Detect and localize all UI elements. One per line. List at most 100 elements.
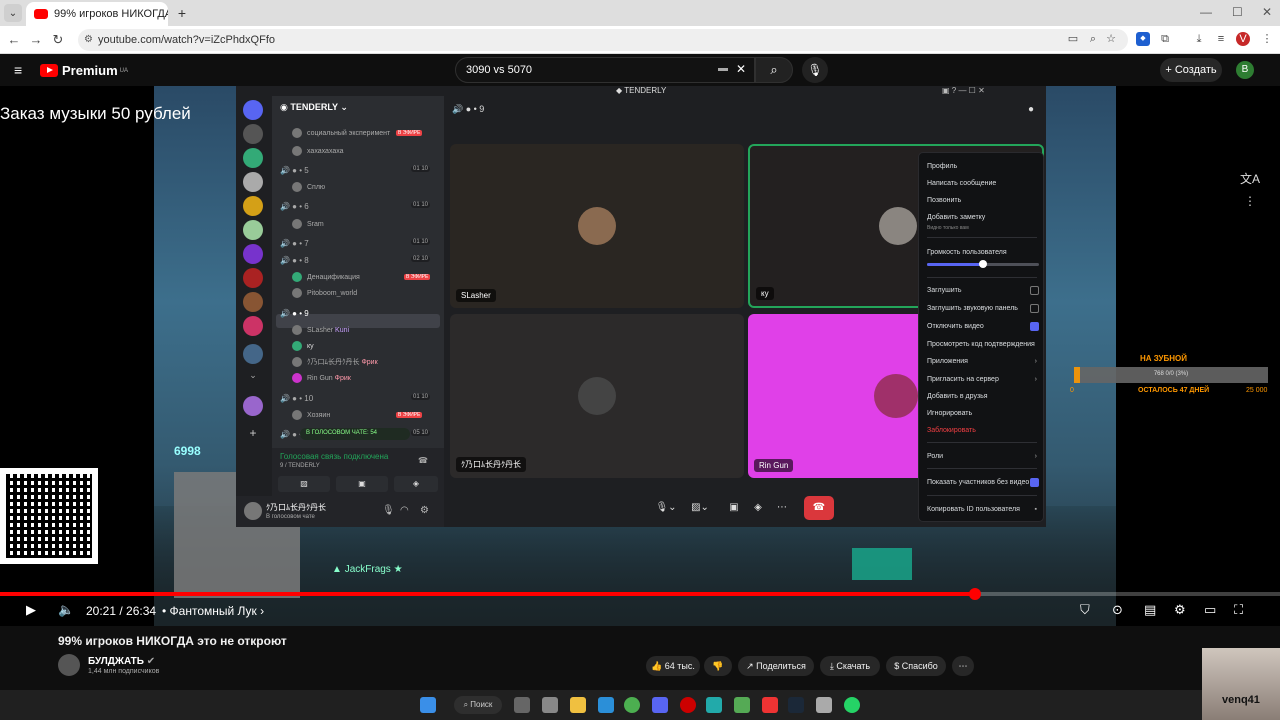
video-tile[interactable]: SLasher xyxy=(450,144,744,308)
menu-show-no-video[interactable]: Показать участников без видео xyxy=(927,478,1039,487)
profile-icon[interactable]: V xyxy=(1236,32,1250,46)
thanks-button[interactable]: $ Спасибо xyxy=(886,656,946,676)
keyboard-icon[interactable]: ▬ xyxy=(718,63,728,74)
menu-apps[interactable]: Приложения › xyxy=(927,358,1039,365)
server-icon[interactable] xyxy=(243,344,263,364)
menu-ignore[interactable]: Игнорировать xyxy=(927,410,1039,417)
translate-icon[interactable]: 文A xyxy=(1240,170,1260,187)
browser-menu-icon[interactable]: ⋮ xyxy=(1260,32,1274,46)
show-no-video-checkbox[interactable] xyxy=(1030,478,1039,487)
windows-start-icon[interactable] xyxy=(420,697,436,713)
screen-share-icon[interactable]: ▣ xyxy=(724,496,744,520)
activity-button[interactable]: ◈ xyxy=(394,476,438,492)
mute-mic-icon[interactable]: 🎙 xyxy=(382,505,395,516)
voice-channel[interactable]: 🔊 ● • 6 01 10 xyxy=(280,202,440,211)
clear-search-icon[interactable]: ✕ xyxy=(736,62,746,76)
server-icon[interactable] xyxy=(243,316,263,336)
volume-icon[interactable]: 🔈 xyxy=(58,602,74,618)
channel-user[interactable]: Sram xyxy=(292,219,324,229)
voice-channel[interactable]: 🔊 ● • 8 02 10 xyxy=(280,256,440,265)
cast-icon[interactable]: ▭ xyxy=(1066,32,1080,46)
camera-off-icon[interactable]: ▨⌄ xyxy=(686,496,714,520)
task-view-icon[interactable] xyxy=(514,697,530,713)
microphone-icon[interactable]: 🎙⌄ xyxy=(652,496,680,520)
disable-video-checkbox[interactable] xyxy=(1030,322,1039,331)
menu-mute[interactable]: Заглушить xyxy=(927,286,1039,295)
extension-badge-icon[interactable]: ◆ xyxy=(1136,32,1150,46)
opera-icon[interactable] xyxy=(680,697,696,713)
menu-block[interactable]: Заблокировать xyxy=(927,427,1039,434)
hang-up-button[interactable]: ☎ xyxy=(804,496,834,520)
menu-message[interactable]: Написать сообщение xyxy=(927,180,1039,187)
server-icon[interactable] xyxy=(243,396,263,416)
activity-icon[interactable]: ◈ xyxy=(748,496,768,520)
app-icon[interactable] xyxy=(542,697,558,713)
user-avatar[interactable] xyxy=(244,502,262,520)
channel-avatar[interactable] xyxy=(58,654,80,676)
chevron-down-icon[interactable]: ⌄ xyxy=(243,370,263,390)
url-field[interactable]: ⚙ youtube.com/watch?v=iZcPhdxQFfo xyxy=(78,29,1128,51)
voice-chat-indicator[interactable]: В ГОЛОСОВОМ ЧАТЕ: 54 xyxy=(300,428,410,440)
maximize-icon[interactable]: ☐ xyxy=(1232,5,1243,19)
app-icon[interactable] xyxy=(706,697,722,713)
play-icon[interactable]: ▶ xyxy=(26,602,36,618)
more-options-icon[interactable]: ⋮ xyxy=(1244,194,1256,208)
server-icon[interactable] xyxy=(243,244,263,264)
channel-user[interactable]: социальный эксперимент В ЭФИРЕ xyxy=(292,128,423,138)
minimize-icon[interactable]: — xyxy=(1200,5,1212,19)
channel-user[interactable]: Сплю xyxy=(292,182,325,192)
user-volume-slider[interactable] xyxy=(927,260,1039,268)
menu-verify-code[interactable]: Просмотреть код подтверждения xyxy=(927,341,1039,348)
channel-user[interactable]: SLasher Kuni xyxy=(292,325,349,335)
channel-user[interactable]: Хозяин В ЭФИРЕ xyxy=(292,410,423,420)
forward-icon[interactable]: → xyxy=(28,32,44,47)
video-tile[interactable]: ｸ乃口ﾑ长丹ｸ丹长 xyxy=(450,314,744,478)
deafen-icon[interactable]: ◠ xyxy=(400,505,409,516)
reload-icon[interactable]: ↻ xyxy=(50,32,66,48)
discord-icon[interactable] xyxy=(652,697,668,713)
search-input[interactable]: 3090 vs 5070 ▬ ✕ xyxy=(455,57,755,83)
youtube-logo[interactable]: Premium UA xyxy=(40,63,128,78)
media-icon[interactable]: ≡ xyxy=(1214,32,1228,46)
hamburger-menu-icon[interactable]: ≡ xyxy=(14,62,22,78)
discord-window-controls[interactable]: ▣ ? — ☐ ✕ xyxy=(942,86,985,95)
account-avatar[interactable]: B xyxy=(1236,61,1254,79)
video-off-button[interactable]: ▨ xyxy=(278,476,330,492)
server-icon[interactable] xyxy=(243,268,263,288)
zoom-icon[interactable]: ⌕ xyxy=(1086,32,1100,46)
close-window-icon[interactable]: ✕ xyxy=(1262,5,1272,19)
file-explorer-icon[interactable] xyxy=(570,697,586,713)
tab-search-button[interactable]: ⌄ xyxy=(4,4,22,22)
volume-knob[interactable] xyxy=(979,260,987,268)
channel-name[interactable]: БУЛДЖАТЬ ✔ xyxy=(88,656,155,667)
menu-add-friend[interactable]: Добавить в друзья xyxy=(927,393,1039,400)
screen-share-button[interactable]: ▣ xyxy=(336,476,388,492)
server-icon[interactable] xyxy=(243,220,263,240)
voice-search-button[interactable]: 🎙 xyxy=(802,57,828,83)
taskbar-search[interactable]: ⌕ Поиск xyxy=(454,696,502,714)
voice-channel[interactable]: 🔊 ● • 10 01 10 xyxy=(280,394,440,403)
new-tab-button[interactable]: + xyxy=(174,5,190,21)
autoplay-toggle-icon[interactable]: ⊙ xyxy=(1112,602,1123,618)
channel-user[interactable]: ｸ乃口ﾑ长丹ｸ丹长 Фрик xyxy=(292,357,378,367)
server-name[interactable]: ◉ TENDERLY ⌄ xyxy=(280,102,348,113)
server-icon[interactable] xyxy=(243,148,263,168)
menu-invite[interactable]: Пригласить на сервер › xyxy=(927,376,1039,383)
downloads-icon[interactable]: ⤓ xyxy=(1192,32,1206,46)
disconnect-icon[interactable]: ☎ xyxy=(418,456,428,465)
chat-bubble-icon[interactable]: ● xyxy=(1028,104,1034,115)
like-button[interactable]: 👍 64 тыс. xyxy=(646,656,700,676)
theater-mode-icon[interactable]: ▭ xyxy=(1204,602,1216,618)
voice-channel[interactable]: 🔊 ● • 5 01 10 xyxy=(280,166,440,175)
dislike-button[interactable]: 👎 xyxy=(704,656,732,676)
video-player[interactable]: Заказ музыки 50 рублей 6998 ▲ JackFrags … xyxy=(0,86,1280,626)
voice-channel-active[interactable]: 🔊 ● • 9 xyxy=(280,309,440,318)
site-info-icon[interactable]: ⚙ xyxy=(84,34,93,45)
back-icon[interactable]: ← xyxy=(6,32,22,47)
subtitles-icon[interactable]: ▤ xyxy=(1144,602,1156,618)
menu-mute-soundboard[interactable]: Заглушить звуковую панель xyxy=(927,304,1039,313)
menu-copy-id[interactable]: Копировать ID пользователя ▪ xyxy=(927,506,1039,513)
mute-checkbox[interactable] xyxy=(1030,286,1039,295)
channel-user[interactable]: хахахахаха xyxy=(292,146,344,156)
telegram-icon[interactable] xyxy=(598,697,614,713)
